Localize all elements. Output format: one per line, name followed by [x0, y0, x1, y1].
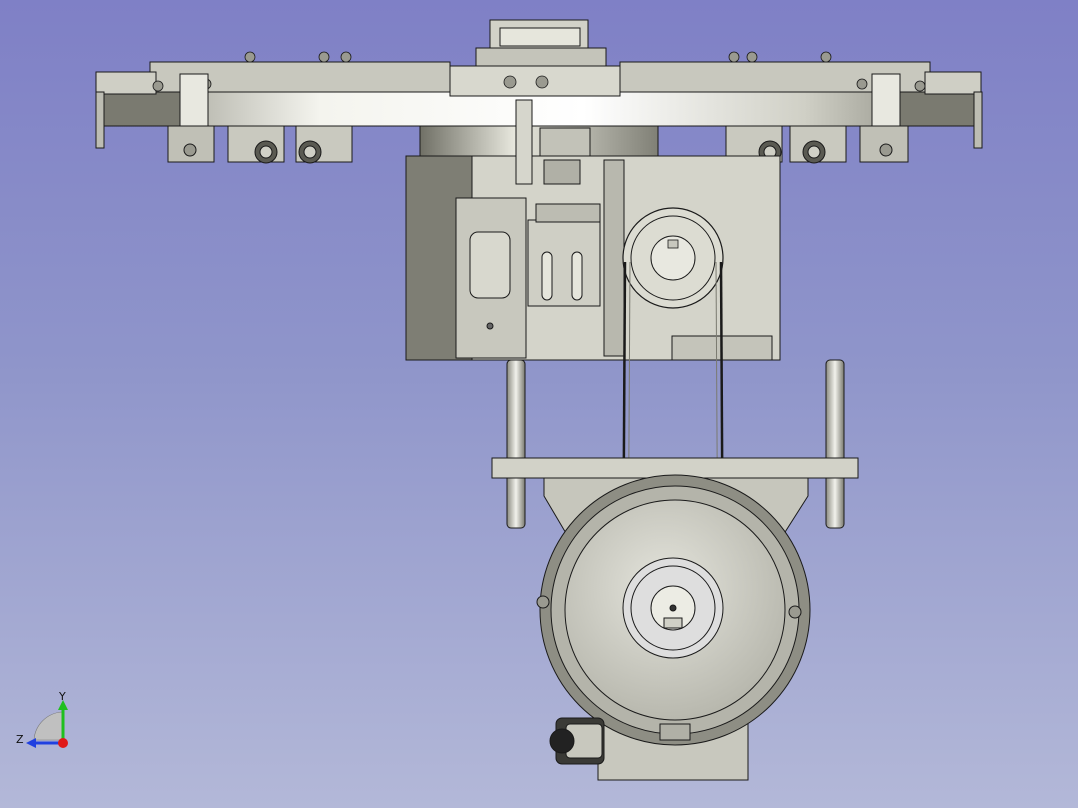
cable-gland[interactable] — [549, 717, 605, 765]
gear-housing[interactable] — [405, 99, 781, 361]
gripper-left-b[interactable] — [295, 125, 353, 164]
triad-arc — [33, 711, 63, 741]
axis-triad[interactable]: Y Z — [16, 690, 68, 748]
cad-model-render[interactable]: Y Z — [0, 0, 1078, 808]
x-axis-dot — [58, 738, 68, 748]
y-axis-label: Y — [58, 690, 66, 703]
gripper-left-a[interactable] — [227, 125, 285, 164]
z-axis-label: Z — [16, 733, 24, 746]
3d-viewport[interactable]: Y Z — [0, 0, 1078, 808]
gripper-right-b[interactable] — [789, 125, 847, 164]
tension-bracket[interactable] — [527, 219, 601, 307]
z-axis-head — [26, 738, 36, 748]
